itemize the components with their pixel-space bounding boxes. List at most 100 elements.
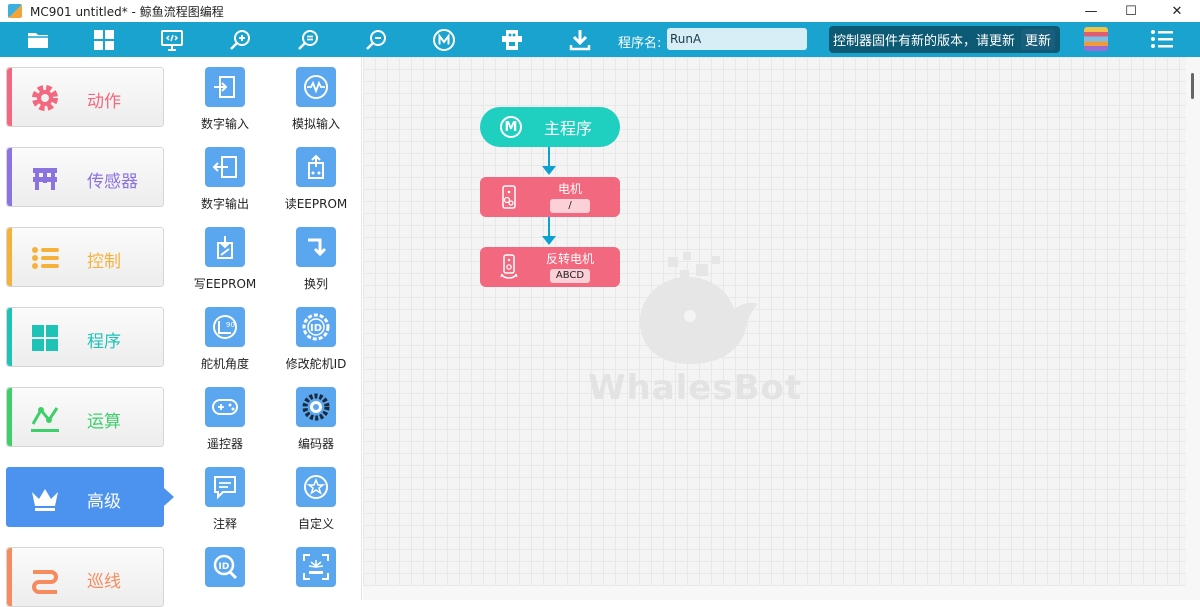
grid-view-icon[interactable]	[91, 27, 117, 53]
close-button[interactable]: ✕	[1154, 0, 1200, 22]
block-label: 注释	[212, 517, 237, 531]
block-scan[interactable]	[271, 547, 361, 595]
category-label: 控制	[87, 252, 121, 272]
connector-arrow	[548, 147, 550, 167]
update-notice-text: 控制器固件有新的版本，请更新	[833, 34, 1016, 49]
update-button[interactable]: 更新	[1021, 29, 1056, 50]
zoom-out-icon[interactable]	[363, 27, 389, 53]
download-icon[interactable]	[567, 27, 593, 53]
maximize-button[interactable]: ☐	[1108, 0, 1154, 22]
comment-icon	[205, 467, 245, 507]
horizontal-scrollbar[interactable]	[363, 586, 1186, 600]
svg-text:ID: ID	[310, 323, 322, 334]
category-label: 传感器	[87, 172, 138, 192]
block-id-search[interactable]: ID	[180, 547, 270, 595]
gear-icon	[29, 82, 61, 114]
vertical-scrollbar[interactable]	[1186, 57, 1200, 600]
category-operation[interactable]: 运算	[6, 387, 164, 447]
svg-text:90: 90	[226, 321, 235, 329]
firmware-update-notice: 控制器固件有新的版本，请更新 更新	[829, 26, 1060, 53]
id-search-icon: ID	[205, 547, 245, 587]
motor-icon	[502, 185, 516, 209]
category-label: 巡线	[87, 572, 121, 592]
menu-icon[interactable]	[1150, 28, 1174, 54]
block-custom[interactable]: 自定义	[271, 467, 361, 532]
category-label: 运算	[87, 412, 121, 432]
program-name-label: 程序名:	[618, 36, 662, 51]
motor-node-value[interactable]: /	[550, 199, 590, 213]
block-digital-input[interactable]: 数字输入	[180, 67, 270, 132]
controller-icon[interactable]	[499, 27, 525, 53]
zoom-reset-icon[interactable]	[295, 27, 321, 53]
block-label: 数字输出	[200, 197, 249, 211]
reverse-motor-node-value[interactable]: ABCD	[550, 269, 590, 283]
block-label: 模拟输入	[291, 117, 340, 131]
category-advanced[interactable]: 高级	[6, 467, 164, 527]
gamepad-icon	[205, 387, 245, 427]
block-label: 遥控器	[206, 437, 243, 451]
category-control[interactable]: 控制	[6, 227, 164, 287]
block-label: 换列	[303, 277, 328, 291]
servo-angle-icon: 90	[205, 307, 245, 347]
window-title: MC901 untitled* - 鲸鱼流程图编程	[30, 4, 224, 19]
line-path-icon	[29, 562, 61, 594]
block-label: 写EEPROM	[193, 277, 257, 291]
block-label: 自定义	[297, 517, 334, 531]
main-program-node[interactable]: M 主程序	[480, 107, 620, 147]
list-icon	[29, 242, 61, 274]
connector-arrow	[548, 217, 550, 237]
read-eeprom-icon	[296, 147, 336, 187]
block-label: 读EEPROM	[284, 197, 348, 211]
svg-text:ID: ID	[219, 562, 230, 572]
block-write-eeprom[interactable]: 写EEPROM	[180, 227, 270, 292]
reverse-motor-node-title: 反转电机	[545, 252, 594, 266]
block-palette: 数字输入 模拟输入 数字输出 读EEPROM 写EEPROM 换列 90 舵机角…	[180, 57, 362, 600]
toolbar: 程序名: 控制器固件有新的版本，请更新 更新	[0, 22, 1200, 57]
graph-icon	[29, 402, 61, 434]
block-label: 舵机角度	[200, 357, 249, 371]
crown-icon	[29, 482, 61, 514]
active-category-arrow	[164, 488, 174, 506]
block-digital-output[interactable]: 数字输出	[180, 147, 270, 212]
zoom-in-icon[interactable]	[227, 27, 253, 53]
reverse-motor-node[interactable]: 反转电机 ABCD	[480, 247, 620, 287]
blocks-app-icon[interactable]	[1084, 27, 1108, 51]
category-panel: 动作 传感器 控制 程序 运算 高级 巡线	[0, 57, 180, 607]
code-view-icon[interactable]	[159, 27, 185, 53]
main-m-icon: M	[500, 116, 522, 138]
program-name-input[interactable]	[667, 28, 807, 50]
block-comment[interactable]: 注释	[180, 467, 270, 532]
motor-node[interactable]: 电机 /	[480, 177, 620, 217]
category-program[interactable]: 程序	[6, 307, 164, 367]
category-label: 高级	[87, 492, 121, 512]
block-encoder[interactable]: 编码器	[271, 387, 361, 452]
digital-output-icon	[205, 147, 245, 187]
star-icon	[296, 467, 336, 507]
title-bar: MC901 untitled* - 鲸鱼流程图编程 — ☐ ✕	[0, 0, 1200, 22]
block-label: 修改舵机ID	[285, 357, 347, 371]
block-remote-control[interactable]: 遥控器	[180, 387, 270, 452]
category-action[interactable]: 动作	[6, 67, 164, 127]
blocks-icon	[29, 322, 61, 354]
open-folder-icon[interactable]	[25, 27, 51, 53]
block-read-eeprom[interactable]: 读EEPROM	[271, 147, 361, 212]
scan-icon	[296, 547, 336, 587]
sensor-icon	[29, 162, 61, 194]
arrowhead	[542, 166, 556, 175]
reverse-motor-icon	[500, 254, 518, 279]
analog-input-icon	[296, 67, 336, 107]
digital-input-icon	[205, 67, 245, 107]
main-program-icon[interactable]	[431, 27, 457, 53]
block-analog-input[interactable]: 模拟输入	[271, 67, 361, 132]
scroll-thumb[interactable]	[1191, 73, 1194, 99]
block-set-servo-id[interactable]: ID 修改舵机ID	[271, 307, 361, 372]
main-program-label: 主程序	[544, 119, 593, 138]
write-eeprom-icon	[205, 227, 245, 267]
category-sensor[interactable]: 传感器	[6, 147, 164, 207]
block-label: 编码器	[297, 437, 334, 451]
category-line-follow[interactable]: 巡线	[6, 547, 164, 607]
block-servo-angle[interactable]: 90 舵机角度	[180, 307, 270, 372]
app-icon	[8, 4, 22, 18]
block-line-break[interactable]: 换列	[271, 227, 361, 292]
category-label: 动作	[87, 92, 121, 112]
